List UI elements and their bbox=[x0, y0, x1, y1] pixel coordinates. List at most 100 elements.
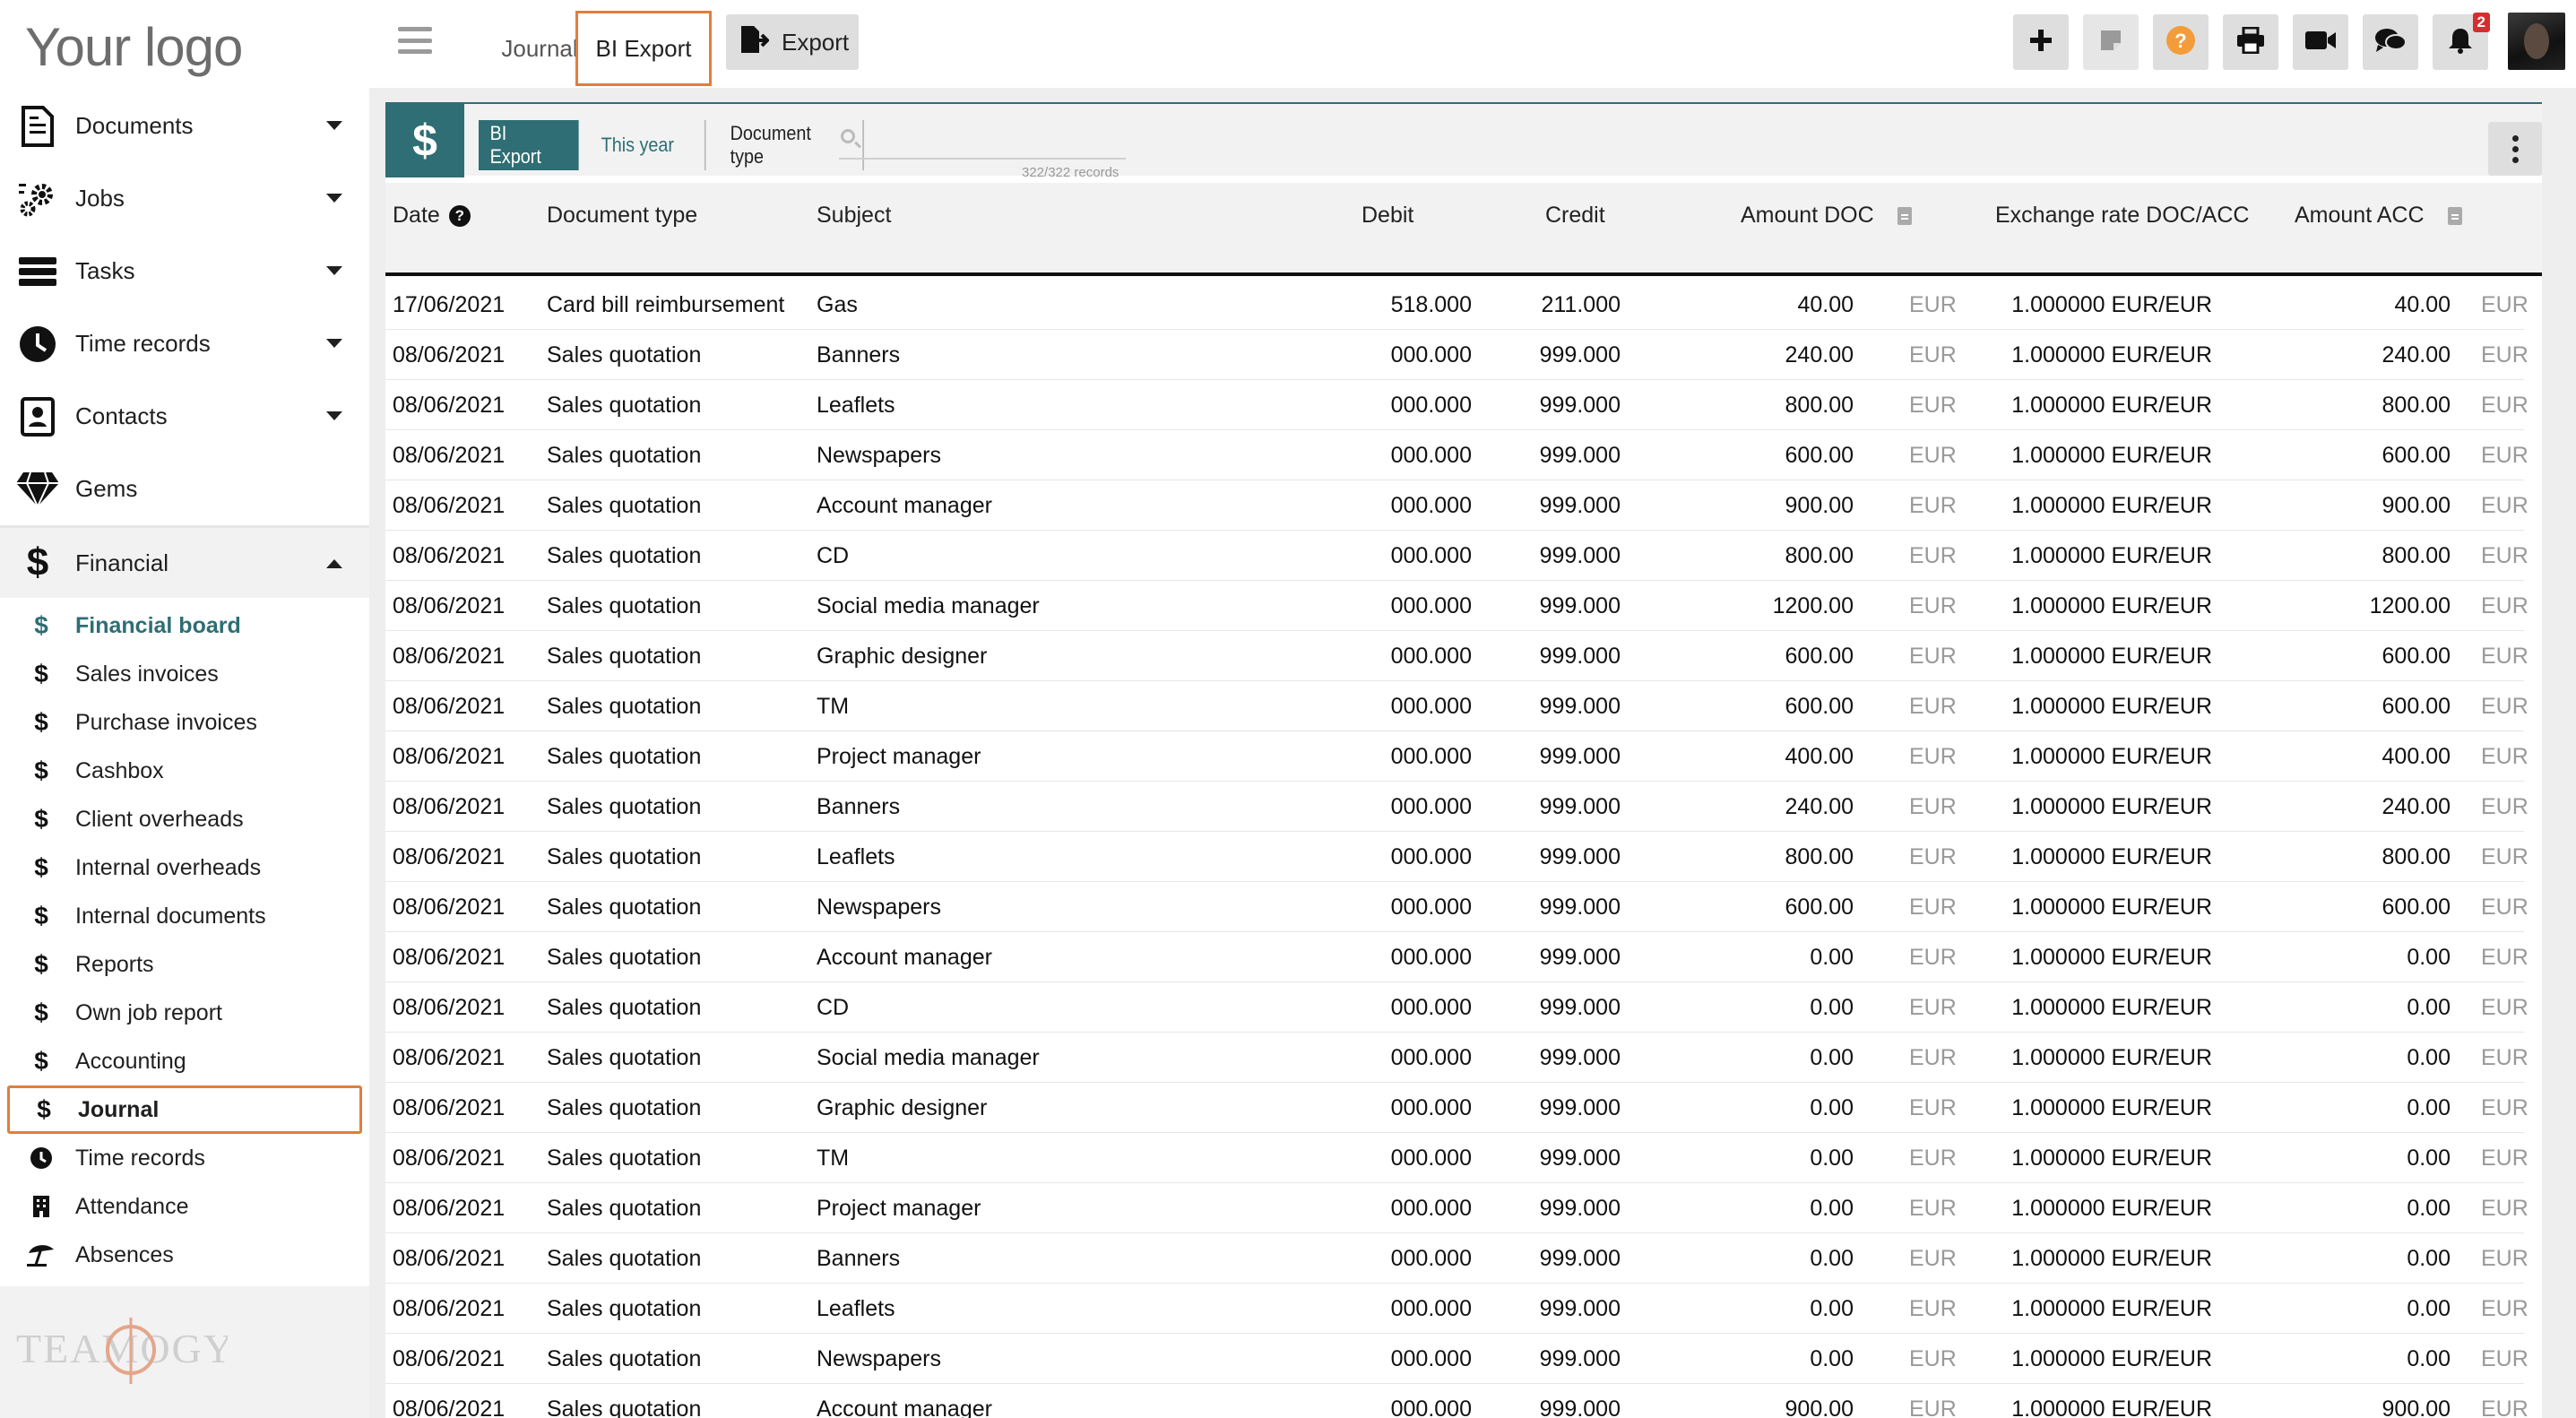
table-row[interactable]: 08/06/2021 Sales quotation Social media ma… bbox=[385, 581, 2528, 631]
cell-subject: Project manager bbox=[817, 1196, 981, 1221]
sidebar-item-sales-invoices[interactable]: $ Sales invoices bbox=[7, 650, 362, 698]
table-row[interactable]: 08/06/2021 Sales quotation TM 000.000 999.00… bbox=[385, 681, 2528, 731]
sidebar-item-internal-overheads[interactable]: $ Internal overheads bbox=[7, 843, 362, 892]
col-credit[interactable]: Credit bbox=[1545, 203, 1605, 229]
col-debit[interactable]: Debit bbox=[1361, 203, 1413, 229]
cell-debit: 000.000 bbox=[1390, 1296, 1472, 1321]
table-row[interactable]: 08/06/2021 Sales quotation Account manager… bbox=[385, 1384, 2528, 1418]
crumb-this-year[interactable]: This year bbox=[590, 120, 706, 170]
sidebar-item-internal-documents[interactable]: $ Internal documents bbox=[7, 892, 362, 940]
add-button[interactable] bbox=[2013, 14, 2069, 70]
cell-date: 08/06/2021 bbox=[393, 1045, 506, 1070]
chevron-up-icon[interactable] bbox=[326, 559, 342, 568]
table-row[interactable]: 08/06/2021 Sales quotation Newspapers 000.0… bbox=[385, 882, 2528, 932]
table-row[interactable]: 08/06/2021 Sales quotation Newspapers 000.0… bbox=[385, 430, 2528, 480]
sidebar-item-journal[interactable]: $ Journal bbox=[7, 1085, 362, 1134]
video-call-button[interactable] bbox=[2293, 14, 2348, 70]
note-button[interactable] bbox=[2083, 14, 2139, 70]
sidebar-item-documents[interactable]: Documents bbox=[0, 90, 369, 162]
table-row[interactable]: 08/06/2021 Sales quotation Account manager… bbox=[385, 480, 2528, 531]
sidebar-item-contacts[interactable]: Contacts bbox=[0, 380, 369, 453]
cell-rate: 1.000000 EUR/EUR bbox=[2011, 1146, 2212, 1171]
cell-doctype: Sales quotation bbox=[547, 694, 702, 719]
sidebar-item-attendance[interactable]: Attendance bbox=[7, 1182, 362, 1231]
chevron-down-icon[interactable] bbox=[326, 411, 342, 420]
file-icon[interactable] bbox=[1897, 206, 1912, 225]
col-exchange-rate-label: Exchange rate DOC/ACC bbox=[1995, 203, 2250, 228]
table-row[interactable]: 08/06/2021 Sales quotation Graphic designe… bbox=[385, 631, 2528, 681]
chevron-down-icon[interactable] bbox=[326, 266, 342, 275]
sidebar-item-financial-board[interactable]: $ Financial board bbox=[7, 601, 362, 650]
table-row[interactable]: 08/06/2021 Sales quotation CD 000.000 999.00… bbox=[385, 531, 2528, 581]
sidebar-item-gems[interactable]: Gems bbox=[0, 453, 369, 525]
table-row[interactable]: 08/06/2021 Sales quotation TM 000.000 999.00… bbox=[385, 1133, 2528, 1183]
cell-subject: Project manager bbox=[817, 744, 981, 769]
sidebar-item-purchase-invoices[interactable]: $ Purchase invoices bbox=[7, 698, 362, 747]
svg-text:?: ? bbox=[2174, 30, 2186, 52]
sidebar-item-cashbox[interactable]: $ Cashbox bbox=[7, 747, 362, 795]
cell-credit: 999.000 bbox=[1539, 493, 1621, 518]
col-amount-doc[interactable]: Amount DOC bbox=[1741, 203, 1912, 229]
tab-bi-export[interactable]: BI Export bbox=[575, 11, 712, 86]
table-row[interactable]: 08/06/2021 Sales quotation Social media ma… bbox=[385, 1033, 2528, 1083]
more-options-button[interactable] bbox=[2488, 122, 2542, 176]
table-row[interactable]: 08/06/2021 Sales quotation Banners 000.000 9… bbox=[385, 782, 2528, 832]
col-exchange-rate[interactable]: Exchange rate DOC/ACC bbox=[1995, 203, 2249, 229]
search-input[interactable] bbox=[839, 124, 1126, 160]
table-row[interactable]: 08/06/2021 Sales quotation Banners 000.000 9… bbox=[385, 330, 2528, 380]
table-row[interactable]: 08/06/2021 Sales quotation Leaflets 000.000… bbox=[385, 380, 2528, 430]
sidebar-item-jobs[interactable]: Jobs bbox=[0, 162, 369, 235]
table-row[interactable]: 08/06/2021 Sales quotation Project manager… bbox=[385, 731, 2528, 782]
cell-debit: 000.000 bbox=[1390, 895, 1472, 920]
chevron-down-icon[interactable] bbox=[326, 339, 342, 348]
help-circle-icon[interactable]: ? bbox=[448, 204, 471, 227]
cell-debit: 000.000 bbox=[1390, 744, 1472, 769]
cell-date: 08/06/2021 bbox=[393, 794, 506, 819]
col-document-type[interactable]: Document type bbox=[547, 203, 697, 229]
col-subject[interactable]: Subject bbox=[817, 203, 891, 229]
table-row[interactable]: 08/06/2021 Sales quotation Banners 000.000 9… bbox=[385, 1233, 2528, 1284]
cell-amount-acc: 800.00 bbox=[2382, 393, 2451, 418]
chat-button[interactable] bbox=[2363, 14, 2418, 70]
hamburger-menu-icon[interactable] bbox=[398, 27, 432, 54]
plus-icon bbox=[2029, 29, 2053, 56]
table-row[interactable]: 08/06/2021 Sales quotation Leaflets 000.000… bbox=[385, 832, 2528, 882]
cell-amount-doc: 40.00 bbox=[1797, 292, 1854, 317]
table-row[interactable]: 08/06/2021 Sales quotation Graphic designe… bbox=[385, 1083, 2528, 1133]
crumb-bi-export[interactable]: BI Export bbox=[479, 120, 579, 170]
col-date[interactable]: Date ? bbox=[393, 203, 471, 229]
table-row[interactable]: 17/06/2021 Card bill reimbursement Gas 518.… bbox=[385, 280, 2528, 330]
chevron-down-icon[interactable] bbox=[326, 121, 342, 130]
sidebar-item-tasks[interactable]: Tasks bbox=[0, 235, 369, 307]
cell-credit: 999.000 bbox=[1539, 1196, 1621, 1221]
col-amount-acc[interactable]: Amount ACC bbox=[2295, 203, 2462, 229]
bi-export-panel: $ BI Export This year Document type 322/… bbox=[385, 102, 2542, 1418]
sidebar-item-reports[interactable]: $ Reports bbox=[7, 940, 362, 989]
sidebar-item-absences[interactable]: Absences bbox=[7, 1231, 362, 1279]
sidebar-item-time-records-sub[interactable]: Time records bbox=[7, 1134, 362, 1182]
sidebar-item-own-job-report[interactable]: $ Own job report bbox=[7, 989, 362, 1037]
notifications-button[interactable]: 2 bbox=[2433, 13, 2490, 70]
cell-cur-doc: EUR bbox=[1909, 794, 1957, 819]
table-row[interactable]: 08/06/2021 Sales quotation CD 000.000 999.00… bbox=[385, 982, 2528, 1033]
user-avatar[interactable] bbox=[2508, 13, 2565, 70]
file-icon[interactable] bbox=[2447, 206, 2462, 225]
cell-date: 08/06/2021 bbox=[393, 543, 506, 568]
print-button[interactable] bbox=[2223, 14, 2278, 70]
table-row[interactable]: 08/06/2021 Sales quotation Account manager… bbox=[385, 932, 2528, 982]
table-row[interactable]: 08/06/2021 Sales quotation Newspapers 000.0… bbox=[385, 1334, 2528, 1384]
cell-amount-acc: 600.00 bbox=[2382, 443, 2451, 468]
help-button[interactable]: ? bbox=[2153, 14, 2209, 70]
col-amount-doc-label: Amount DOC bbox=[1741, 203, 1874, 228]
sidebar-item-financial[interactable]: $ Financial bbox=[0, 525, 369, 598]
sidebar-item-client-overheads[interactable]: $ Client overheads bbox=[7, 795, 362, 843]
building-icon bbox=[7, 1195, 75, 1218]
sidebar-item-time-records[interactable]: Time records bbox=[0, 307, 369, 380]
chevron-down-icon[interactable] bbox=[326, 194, 342, 203]
sidebar-item-accounting[interactable]: $ Accounting bbox=[7, 1037, 362, 1085]
cell-doctype: Sales quotation bbox=[547, 1296, 702, 1321]
table-row[interactable]: 08/06/2021 Sales quotation Project manager… bbox=[385, 1183, 2528, 1233]
table-row[interactable]: 08/06/2021 Sales quotation Leaflets 000.000… bbox=[385, 1284, 2528, 1334]
export-button[interactable]: Export bbox=[726, 14, 859, 70]
cell-amount-doc: 600.00 bbox=[1785, 694, 1854, 719]
